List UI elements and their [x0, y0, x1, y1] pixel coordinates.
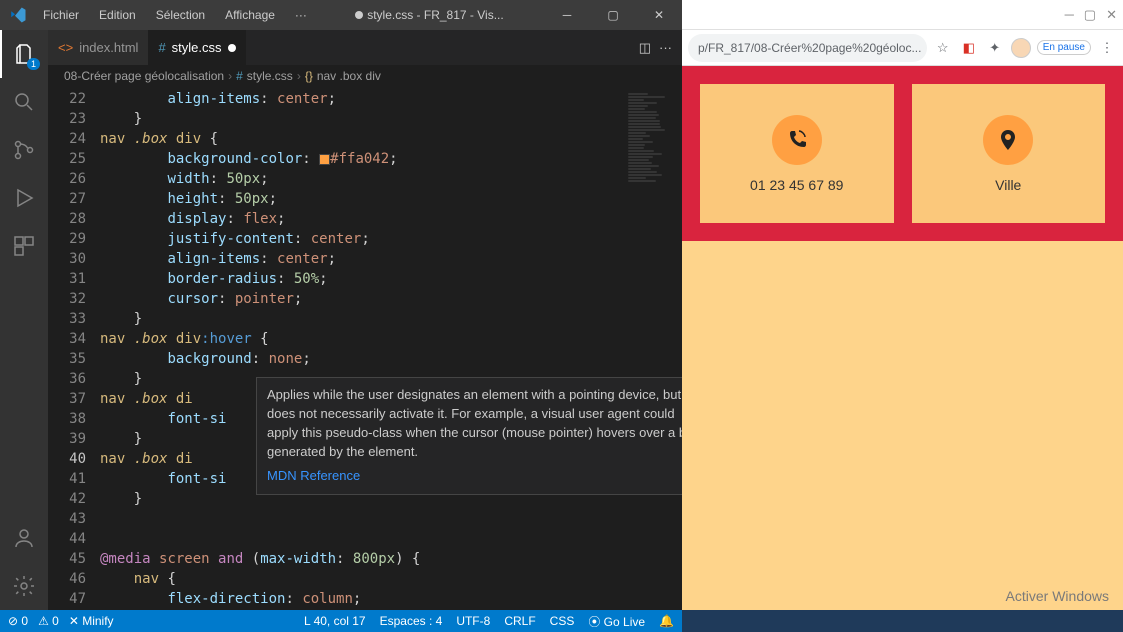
- tooltip-text: Applies while the user designates an ele…: [267, 386, 682, 461]
- minimap[interactable]: [622, 87, 682, 610]
- windows-watermark: Activer Windows: [1006, 588, 1109, 604]
- menu-sélection[interactable]: Sélection: [148, 4, 213, 26]
- status-minify[interactable]: ✕ Minify: [69, 614, 114, 628]
- run-debug-icon[interactable]: [0, 174, 48, 222]
- breadcrumb-file[interactable]: style.css: [247, 69, 293, 83]
- titlebar: FichierEditionSélectionAffichage··· styl…: [0, 0, 682, 30]
- source-control-icon[interactable]: [0, 126, 48, 174]
- status-eol[interactable]: CRLF: [504, 614, 535, 628]
- explorer-badge: 1: [27, 58, 40, 70]
- browser-close-icon[interactable]: ✕: [1106, 7, 1117, 23]
- browser-maximize-icon[interactable]: ▢: [1084, 7, 1096, 23]
- address-bar[interactable]: p/FR_817/08-Créer%20page%20géoloc...: [688, 34, 927, 62]
- status-warnings[interactable]: ⚠ 0: [38, 614, 59, 628]
- search-icon[interactable]: [0, 78, 48, 126]
- card-label: 01 23 45 67 89: [750, 177, 843, 193]
- tabs-bar: <> index.html # style.css ◫ ···: [48, 30, 682, 65]
- maximize-button[interactable]: ▢: [590, 0, 636, 30]
- css-selector-icon: {}: [305, 69, 313, 83]
- pause-pill[interactable]: En pause: [1037, 40, 1091, 55]
- modified-dot-icon: [355, 11, 363, 19]
- tab-style-css[interactable]: # style.css: [148, 30, 245, 65]
- breadcrumbs[interactable]: 08-Créer page géolocalisation › # style.…: [48, 65, 682, 87]
- nav-card[interactable]: Ville: [912, 84, 1106, 223]
- status-encoding[interactable]: UTF-8: [456, 614, 490, 628]
- hover-tooltip: ✕ Applies while the user designates an e…: [256, 377, 682, 495]
- browser-titlebar: ─ ▢ ✕: [682, 0, 1123, 30]
- phone-icon[interactable]: [772, 115, 822, 165]
- menu-affichage[interactable]: Affichage: [217, 4, 283, 26]
- menu-fichier[interactable]: Fichier: [35, 4, 87, 26]
- tab-index-html[interactable]: <> index.html: [48, 30, 148, 65]
- nav-card[interactable]: 01 23 45 67 89: [700, 84, 894, 223]
- rendered-page: 01 23 45 67 89 Ville Activer Windows: [682, 66, 1123, 610]
- tab-label: index.html: [79, 40, 138, 55]
- modified-dot-icon: [228, 44, 236, 52]
- ext1-icon[interactable]: ◧: [959, 38, 979, 58]
- window-title-text: style.css - FR_817 - Vis...: [367, 8, 503, 22]
- star-icon[interactable]: ☆: [933, 38, 953, 58]
- window-title: style.css - FR_817 - Vis...: [315, 8, 544, 22]
- status-bell-icon[interactable]: 🔔: [659, 614, 674, 628]
- puzzle-icon[interactable]: ✦: [985, 38, 1005, 58]
- more-actions-icon[interactable]: ···: [659, 40, 672, 56]
- explorer-icon[interactable]: 1: [0, 30, 48, 78]
- code-editor[interactable]: 2223242526272829303132333435363738394041…: [48, 87, 682, 610]
- profile-avatar[interactable]: [1011, 38, 1031, 58]
- status-errors[interactable]: ⊘ 0: [8, 614, 28, 628]
- split-editor-icon[interactable]: ◫: [639, 40, 651, 56]
- browser-toolbar: p/FR_817/08-Créer%20page%20géoloc... ☆ ◧…: [682, 30, 1123, 66]
- accounts-icon[interactable]: [0, 514, 48, 562]
- status-lang[interactable]: CSS: [550, 614, 575, 628]
- status-golive[interactable]: ⦿ Go Live: [588, 613, 645, 630]
- taskbar: [682, 610, 1123, 632]
- nav-container: 01 23 45 67 89 Ville: [682, 66, 1123, 241]
- pin-icon[interactable]: [983, 115, 1033, 165]
- vscode-window: FichierEditionSélectionAffichage··· styl…: [0, 0, 682, 632]
- menu-···[interactable]: ···: [287, 4, 315, 26]
- minimize-button[interactable]: ─: [544, 0, 590, 30]
- css-file-icon: #: [236, 69, 243, 83]
- mdn-reference-link[interactable]: MDN Reference: [267, 467, 360, 486]
- kebab-menu-icon[interactable]: ⋮: [1097, 38, 1117, 58]
- tab-label: style.css: [172, 40, 222, 55]
- card-label: Ville: [995, 177, 1021, 193]
- close-button[interactable]: ✕: [636, 0, 682, 30]
- status-bar: ⊘ 0 ⚠ 0 ✕ Minify L 40, col 17 Espaces : …: [0, 610, 682, 632]
- tabs-actions: ◫ ···: [639, 40, 682, 56]
- html-icon: <>: [58, 40, 73, 55]
- extensions-icon[interactable]: [0, 222, 48, 270]
- vscode-logo-icon: [0, 6, 35, 24]
- status-spaces[interactable]: Espaces : 4: [380, 614, 443, 628]
- browser-window: ─ ▢ ✕ p/FR_817/08-Créer%20page%20géoloc.…: [682, 0, 1123, 610]
- line-gutter: 2223242526272829303132333435363738394041…: [48, 87, 100, 610]
- css-icon: #: [158, 40, 165, 55]
- activity-bar: 1: [0, 30, 48, 610]
- editor-area: <> index.html # style.css ◫ ··· 08-Créer pa…: [48, 30, 682, 610]
- status-cursor[interactable]: L 40, col 17: [304, 614, 366, 628]
- settings-gear-icon[interactable]: [0, 562, 48, 610]
- menu-edition[interactable]: Edition: [91, 4, 144, 26]
- breadcrumb-folder[interactable]: 08-Créer page géolocalisation: [64, 69, 224, 83]
- breadcrumb-selector[interactable]: nav .box div: [317, 69, 381, 83]
- code-content[interactable]: align-items: center; }nav .box div { bac…: [100, 87, 622, 610]
- browser-minimize-icon[interactable]: ─: [1065, 7, 1074, 22]
